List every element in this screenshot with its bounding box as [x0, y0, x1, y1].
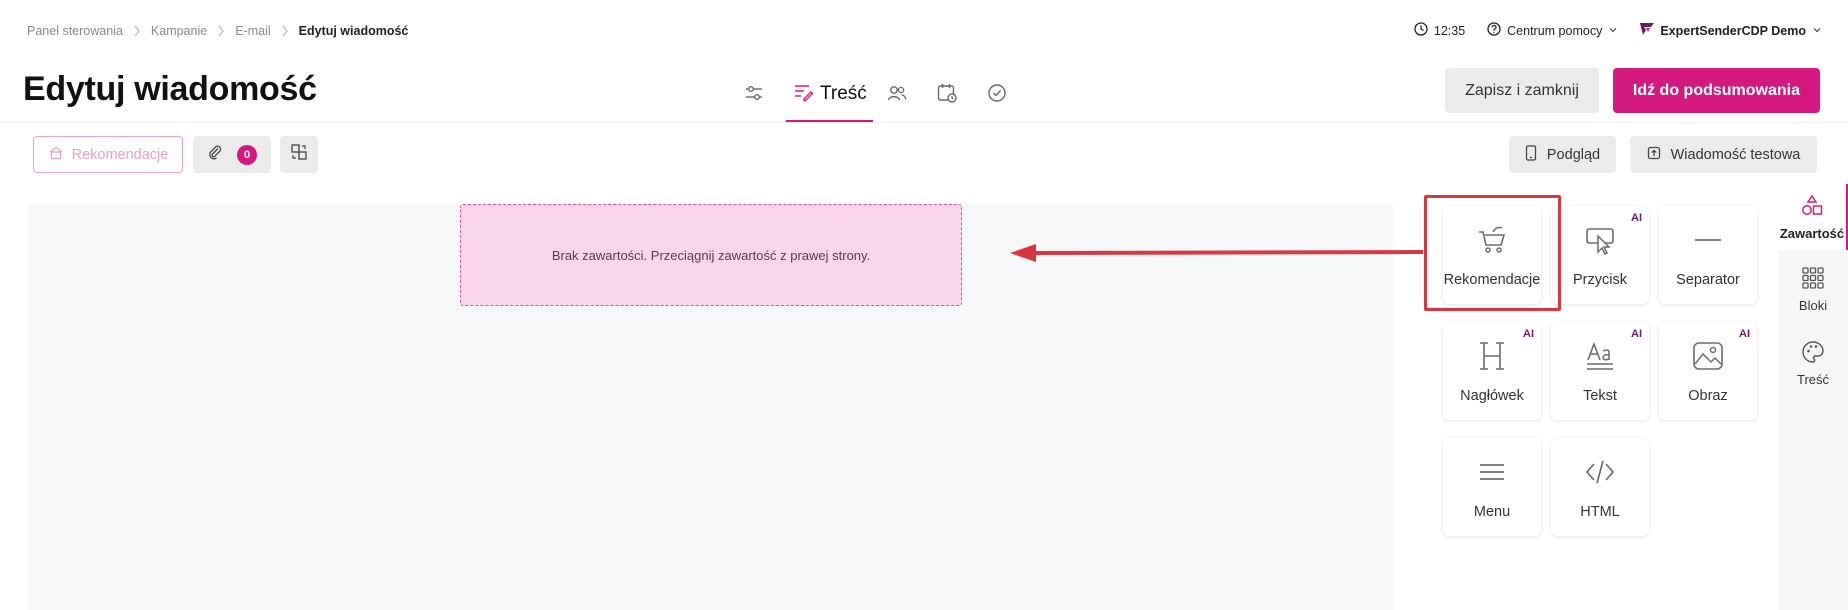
swap-layout-button[interactable] — [280, 136, 318, 173]
attachments-count-badge: 0 — [237, 144, 257, 165]
empty-dropzone[interactable]: Brak zawartości. Przeciągnij zawartość z… — [460, 204, 962, 306]
editor-toolbar: Rekomendacje 0 Podgląd Wiadomość testowa — [0, 122, 1848, 184]
tile-html[interactable]: HTML — [1551, 438, 1649, 536]
sidebar-item-label: Treść — [1796, 371, 1830, 387]
paperclip-icon — [207, 144, 223, 165]
breadcrumb-item-current: Edytuj wiadomość — [298, 24, 409, 38]
breadcrumb-item-campaigns[interactable]: Kampanie — [151, 24, 207, 38]
text-icon — [1551, 340, 1649, 372]
header-actions: Zapisz i zamknij Idź do podsumowania — [1445, 68, 1820, 113]
tile-label: HTML — [1580, 504, 1620, 520]
ai-badge: AI — [1523, 328, 1534, 340]
account-label: ExpertSenderCDP Demo — [1660, 23, 1806, 38]
tile-heading[interactable]: AI Nagłówek — [1443, 322, 1541, 420]
tile-button[interactable]: AI Przycisk — [1551, 206, 1649, 304]
recommendations-label: Rekomendacje — [71, 146, 169, 163]
check-circle-icon — [986, 82, 1008, 109]
right-sidebar: Zawartość Bloki Treść — [1778, 184, 1848, 610]
sidebar-item-label: Bloki — [1798, 297, 1828, 313]
tile-label: Przycisk — [1573, 272, 1627, 288]
sidebar-item-blocks[interactable]: Bloki — [1778, 256, 1848, 322]
image-icon — [1659, 340, 1757, 372]
step-schedule[interactable] — [929, 68, 965, 122]
ai-badge: AI — [1631, 328, 1642, 340]
step-content[interactable]: Treść — [786, 68, 873, 122]
chevron-down-icon — [1608, 24, 1618, 38]
preview-label: Podgląd — [1546, 146, 1601, 163]
tile-text[interactable]: AI Tekst — [1551, 322, 1649, 420]
breadcrumb: Panel sterowania Kampanie E-mail Edytuj … — [27, 24, 408, 38]
test-message-label: Wiadomość testowa — [1670, 146, 1801, 163]
breadcrumb-item-dashboard[interactable]: Panel sterowania — [27, 24, 123, 38]
step-recipients[interactable] — [879, 68, 915, 122]
step-summary[interactable] — [979, 68, 1015, 122]
swap-icon — [290, 143, 308, 166]
tile-label: Separator — [1676, 272, 1740, 288]
step-content-label: Treść — [820, 83, 867, 104]
edit-lines-icon — [792, 81, 814, 108]
line-icon — [1659, 224, 1757, 256]
attachments-button[interactable]: 0 — [193, 136, 271, 173]
tile-label: Obraz — [1688, 388, 1728, 404]
time-label: 12:35 — [1433, 23, 1466, 38]
help-icon — [1487, 22, 1501, 39]
tile-label: Tekst — [1583, 388, 1617, 404]
help-center-label: Centrum pomocy — [1507, 23, 1603, 38]
ai-badge: AI — [1631, 212, 1642, 224]
heading-icon — [1443, 340, 1541, 372]
sidebar-item-content[interactable]: Zawartość — [1778, 184, 1848, 250]
users-icon — [886, 82, 908, 109]
tile-menu[interactable]: Menu — [1443, 438, 1541, 536]
recommendations-icon — [48, 145, 64, 165]
sidebar-item-style[interactable]: Treść — [1778, 330, 1848, 396]
clock: 12:35 — [1414, 22, 1465, 39]
sidebar-item-label: Zawartość — [1779, 225, 1845, 241]
chevron-right-icon — [133, 25, 141, 37]
account-menu[interactable]: ExpertSenderCDP Demo — [1640, 23, 1822, 38]
dropzone-text: Brak zawartości. Przeciągnij zawartość z… — [551, 247, 871, 263]
top-right-area: 12:35 Centrum pomocy ExpertSenderCDP Dem… — [1414, 22, 1822, 39]
shapes-icon — [1800, 194, 1824, 221]
chevron-right-icon — [281, 25, 289, 37]
send-test-icon — [1647, 146, 1661, 164]
tile-label: Menu — [1473, 504, 1511, 520]
tile-separator[interactable]: Separator — [1659, 206, 1757, 304]
code-icon — [1551, 456, 1649, 488]
brand-logo-icon — [1640, 23, 1655, 38]
top-bar: Panel sterowania Kampanie E-mail Edytuj … — [0, 0, 1848, 62]
ai-badge: AI — [1739, 328, 1750, 340]
test-message-button[interactable]: Wiadomość testowa — [1630, 136, 1817, 173]
go-to-summary-button[interactable]: Idź do podsumowania — [1612, 68, 1820, 113]
button-cursor-icon — [1551, 224, 1649, 256]
clock-icon — [1414, 22, 1428, 39]
help-center-menu[interactable]: Centrum pomocy — [1487, 22, 1618, 39]
save-close-button[interactable]: Zapisz i zamknij — [1445, 68, 1599, 113]
preview-button[interactable]: Podgląd — [1509, 136, 1616, 173]
tile-label: Nagłówek — [1460, 388, 1524, 404]
annotation-highlight-box — [1424, 195, 1561, 311]
breadcrumb-item-email[interactable]: E-mail — [235, 24, 270, 38]
calendar-clock-icon — [936, 82, 958, 109]
tile-image[interactable]: AI Obraz — [1659, 322, 1757, 420]
palette-icon — [1801, 340, 1825, 367]
wizard-steps: Treść — [736, 68, 1015, 122]
grid-icon — [1801, 266, 1825, 293]
step-settings[interactable] — [736, 68, 772, 122]
chevron-down-icon — [1812, 24, 1822, 38]
menu-icon — [1443, 456, 1541, 488]
page-title: Edytuj wiadomość — [23, 70, 317, 108]
phone-icon — [1525, 144, 1537, 165]
chevron-right-icon — [217, 25, 225, 37]
sliders-icon — [743, 82, 765, 109]
recommendations-button[interactable]: Rekomendacje — [33, 136, 183, 173]
